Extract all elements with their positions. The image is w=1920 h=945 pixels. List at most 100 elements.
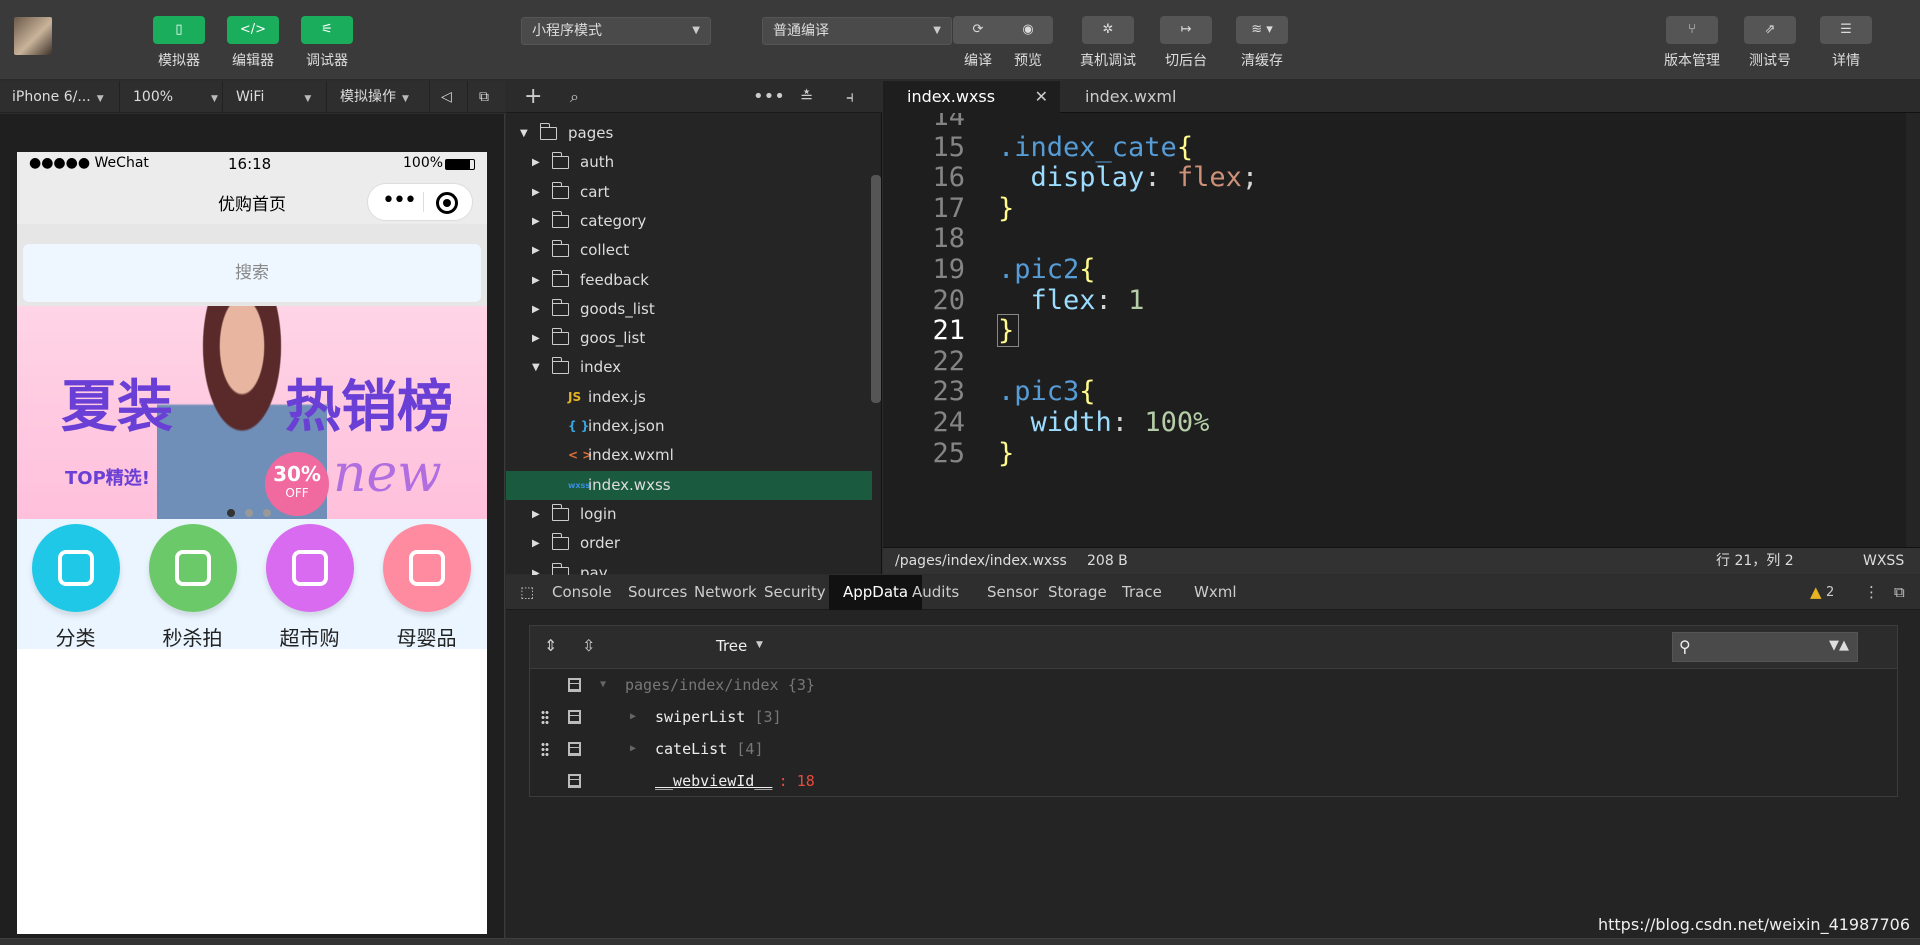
tab-trace[interactable]: Trace	[1122, 575, 1162, 610]
drag-handle-icon[interactable]	[541, 742, 549, 756]
code-line[interactable]: }	[998, 193, 1014, 224]
compile-mode-select[interactable]: 普通编译 ▼	[762, 17, 952, 45]
add-icon[interactable]: +	[524, 81, 542, 113]
tree-item-index-wxml[interactable]: < > index.wxml	[506, 441, 872, 470]
tab-index-wxss[interactable]: index.wxss ✕	[883, 81, 1060, 113]
tab-console[interactable]: Console	[552, 575, 612, 610]
chevron-down-icon[interactable]: ▼	[532, 353, 540, 382]
editor-button[interactable]: </> 编辑器	[225, 16, 281, 70]
operation-select[interactable]: 模拟操作 ▼	[328, 81, 430, 113]
chevron-right-icon[interactable]: ▶	[532, 529, 540, 558]
chevron-right-icon[interactable]: ▶	[532, 178, 540, 207]
zoom-select[interactable]: 100% ▼	[121, 81, 223, 113]
category-item[interactable]: 秒杀拍	[134, 519, 251, 651]
chevron-right-icon[interactable]: ▶	[630, 701, 636, 733]
details-button[interactable]: ☰ 详情	[1818, 16, 1874, 70]
network-select[interactable]: WiFi ▼	[224, 81, 327, 113]
nav-arrows-icon[interactable]: ▼▲	[1829, 638, 1849, 653]
tree-item-index-json[interactable]: { } index.json	[506, 412, 872, 441]
category-item[interactable]: 分类	[17, 519, 134, 651]
tree-item-login[interactable]: ▶ login	[506, 500, 872, 529]
undock-icon[interactable]: ⧉	[1894, 575, 1905, 610]
copy-icon[interactable]	[568, 710, 581, 724]
tab-index-wxml[interactable]: index.wxml	[1061, 81, 1231, 113]
appdata-row[interactable]: ▼ pages/index/index {3}	[530, 669, 1897, 701]
code-line[interactable]: }	[998, 438, 1014, 469]
background-button[interactable]: ↦ 切后台	[1158, 16, 1214, 70]
swiper-dot[interactable]	[245, 509, 253, 517]
close-circle-icon[interactable]	[436, 192, 458, 214]
appdata-row[interactable]: __webviewId__: 18	[530, 765, 1897, 797]
chevron-right-icon[interactable]: ▶	[532, 148, 540, 177]
test-account-button[interactable]: ⇗ 测试号	[1742, 16, 1798, 70]
explorer-scrollbar[interactable]	[871, 175, 881, 403]
copy-icon[interactable]	[568, 774, 581, 788]
tree-item-feedback[interactable]: ▶ feedback	[506, 266, 872, 295]
code-line[interactable]: }	[996, 314, 1020, 348]
tab-storage[interactable]: Storage	[1048, 575, 1107, 610]
popout-button[interactable]: ⧉	[469, 81, 505, 113]
clear-cache-button[interactable]: ≋ ▾ 清缓存	[1234, 16, 1290, 70]
chevron-right-icon[interactable]: ▶	[532, 295, 540, 324]
menu-capsule[interactable]: •••	[367, 183, 473, 221]
kebab-menu-icon[interactable]: ⋮	[1864, 575, 1879, 610]
tree-item-pages[interactable]: ▼ pages	[506, 119, 872, 148]
collapse-icon[interactable]: ≛	[800, 81, 813, 113]
category-item[interactable]: 母婴品	[368, 519, 485, 651]
version-button[interactable]: ⑂ 版本管理	[1660, 16, 1724, 70]
tree-item-collect[interactable]: ▶ collect	[506, 236, 872, 265]
debugger-button[interactable]: ⚟ 调试器	[299, 16, 355, 70]
tree-item-order[interactable]: ▶ order	[506, 529, 872, 558]
chevron-down-icon[interactable]: ▼	[600, 669, 606, 701]
expand-all-icon[interactable]: ⇕	[544, 636, 557, 655]
mode-select[interactable]: 小程序模式 ▼	[521, 17, 711, 45]
more-icon[interactable]: •••	[753, 81, 785, 113]
minimap-scrollbar[interactable]	[1906, 113, 1920, 547]
warning-icon[interactable]: ▲	[1810, 575, 1822, 610]
tab-sensor[interactable]: Sensor	[987, 575, 1038, 610]
code-line[interactable]: flex: 1	[998, 285, 1145, 316]
sidebar-toggle-icon[interactable]: ⫞	[846, 81, 854, 113]
compile-button[interactable]: ⟳ 编译	[950, 16, 1006, 70]
tab-security[interactable]: Security	[764, 575, 826, 610]
chevron-right-icon[interactable]: ▶	[630, 733, 636, 765]
tree-item-goods-list[interactable]: ▶ goods_list	[506, 295, 872, 324]
chevron-right-icon[interactable]: ▶	[532, 236, 540, 265]
code-area[interactable]: 14 15 .index_cate{16 display: flex; 17} 18 19…	[883, 113, 1920, 547]
code-line[interactable]: .pic2{	[998, 254, 1096, 285]
tab-network[interactable]: Network	[694, 575, 757, 610]
preview-button[interactable]: ◉ 预览	[1000, 16, 1056, 70]
appdata-row[interactable]: ▶ cateList [4]	[530, 733, 1897, 765]
code-line[interactable]: .pic3{	[998, 376, 1096, 407]
tab-appdata[interactable]: AppData	[829, 575, 923, 610]
swiper-dot[interactable]	[227, 509, 235, 517]
tree-item-cart[interactable]: ▶ cart	[506, 178, 872, 207]
chevron-right-icon[interactable]: ▶	[532, 324, 540, 353]
view-mode-select[interactable]: Tree	[716, 637, 747, 655]
inspect-icon[interactable]: ⬚	[520, 575, 534, 610]
simulator-button[interactable]: ▯ 模拟器	[151, 16, 207, 70]
tree-item-goos-list[interactable]: ▶ goos_list	[506, 324, 872, 353]
copy-icon[interactable]	[568, 678, 581, 692]
copy-icon[interactable]	[568, 742, 581, 756]
chevron-right-icon[interactable]: ▶	[532, 207, 540, 236]
tab-sources[interactable]: Sources	[628, 575, 687, 610]
category-item[interactable]: 超市购	[251, 519, 368, 651]
tree-item-auth[interactable]: ▶ auth	[506, 148, 872, 177]
tree-item-category[interactable]: ▶ category	[506, 207, 872, 236]
sound-button[interactable]: ◁	[431, 81, 468, 113]
search-input[interactable]: 搜索	[23, 244, 481, 302]
device-select[interactable]: iPhone 6/... ▼	[0, 81, 120, 113]
drag-handle-icon[interactable]	[541, 710, 549, 724]
tab-wxml[interactable]: Wxml	[1194, 575, 1237, 610]
more-icon[interactable]: •••	[382, 188, 417, 213]
code-line[interactable]: .index_cate{	[998, 132, 1193, 163]
tree-item-index-js[interactable]: JS index.js	[506, 383, 872, 412]
tree-item-index[interactable]: ▼ index	[506, 353, 872, 382]
code-line[interactable]: width: 100%	[998, 407, 1210, 438]
chevron-right-icon[interactable]: ▶	[532, 500, 540, 529]
search-icon[interactable]: ⌕	[570, 81, 579, 113]
code-line[interactable]: display: flex;	[998, 162, 1259, 193]
remote-debug-button[interactable]: ✲ 真机调试	[1078, 16, 1138, 70]
swiper-dot[interactable]	[263, 509, 271, 517]
